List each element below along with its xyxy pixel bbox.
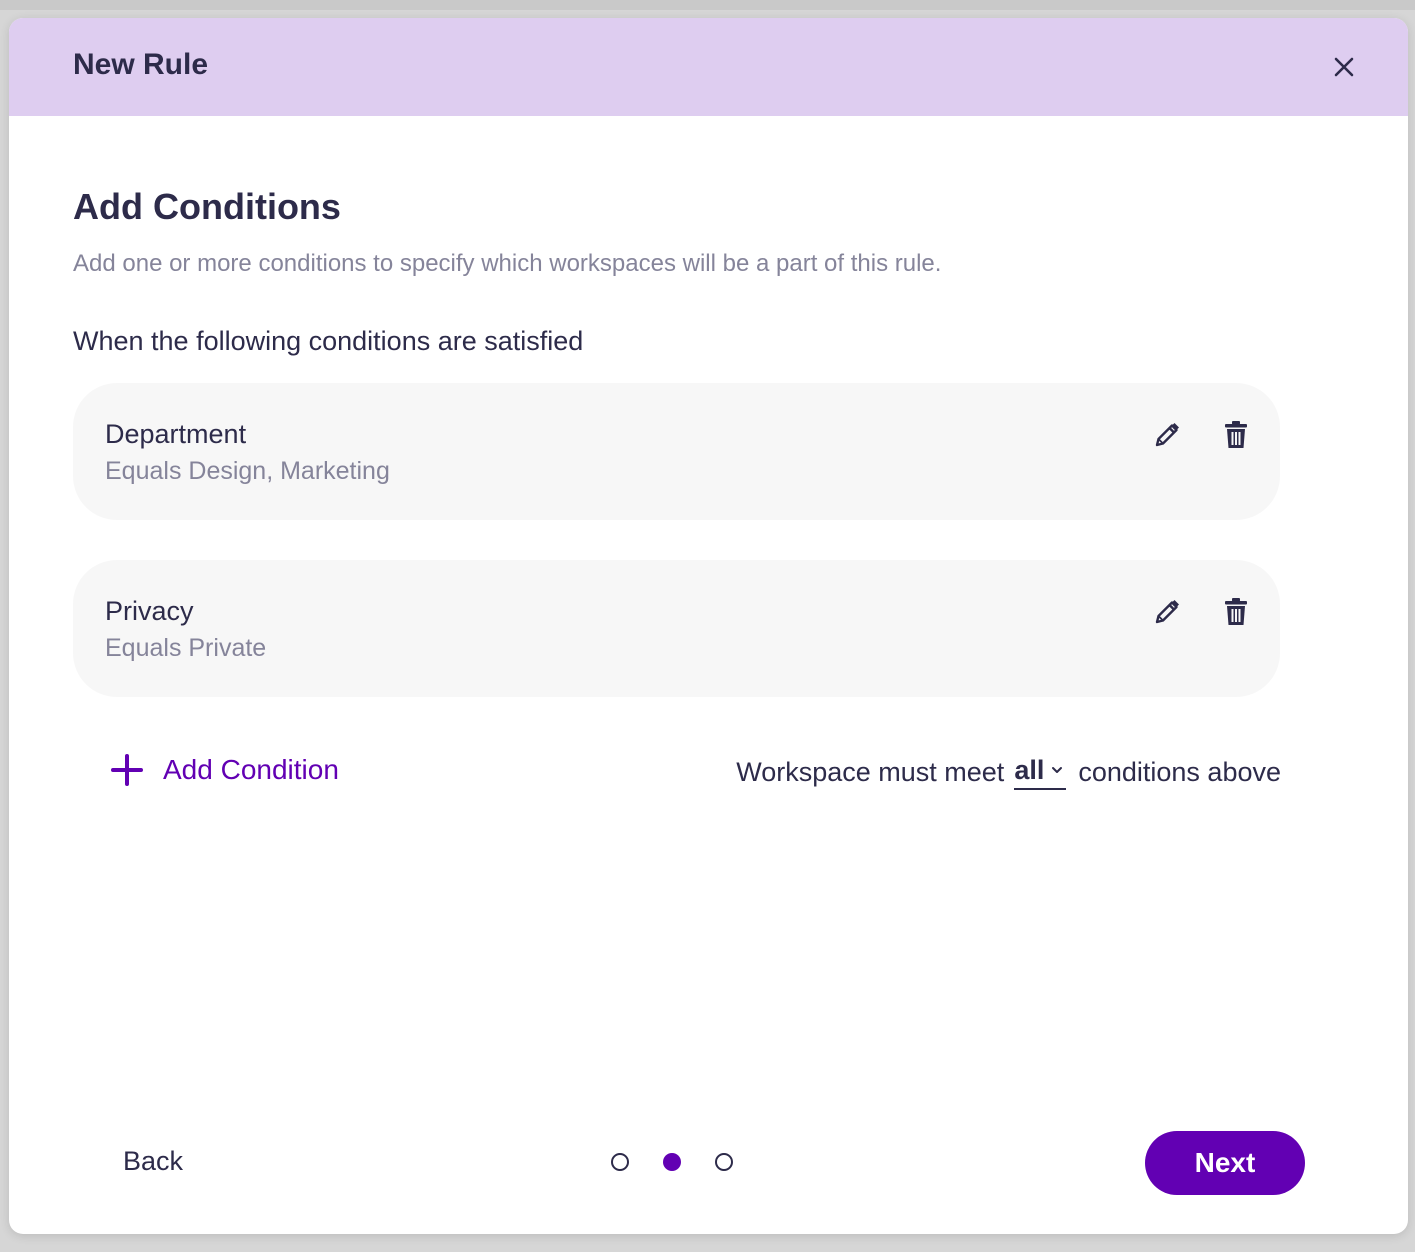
next-button[interactable]: Next (1145, 1131, 1305, 1195)
trash-icon (1225, 598, 1247, 625)
modal-title: New Rule (73, 48, 209, 81)
add-condition-label: Add Condition (163, 754, 339, 785)
edit-condition-button[interactable] (1149, 594, 1185, 630)
pencil-icon (1155, 423, 1179, 447)
conditions-label: When the following conditions are satisf… (73, 326, 584, 356)
trash-icon (1225, 421, 1247, 448)
condition-description: Equals Private (105, 634, 267, 662)
match-mode-row: Workspace must meet all conditions above (721, 752, 1281, 792)
step-indicator (609, 1152, 749, 1176)
backdrop-top-strip (0, 0, 1415, 10)
modal-header: New Rule (9, 18, 1408, 116)
condition-name: Department (105, 419, 247, 449)
section-title: Add Conditions (73, 186, 341, 227)
condition-description: Equals Design, Marketing (105, 457, 390, 485)
step-dot-3 (715, 1153, 733, 1171)
condition-name: Privacy (105, 596, 194, 626)
condition-card: Department Equals Design, Marketing (73, 383, 1280, 520)
close-button[interactable] (1325, 48, 1363, 86)
chevron-down-icon (1052, 767, 1063, 773)
step-dot-2-current (663, 1153, 681, 1171)
pencil-icon (1155, 600, 1179, 624)
back-button[interactable]: Back (123, 1146, 183, 1177)
delete-condition-button[interactable] (1218, 594, 1254, 630)
match-suffix-text: conditions above (1078, 756, 1281, 787)
new-rule-modal: New Rule Add Conditions Add one or more … (9, 18, 1408, 1234)
add-condition-button[interactable]: Add Condition (109, 750, 339, 790)
plus-icon (111, 754, 143, 786)
match-mode-value: all (1014, 754, 1045, 785)
condition-card: Privacy Equals Private (73, 560, 1280, 697)
match-mode-select[interactable]: all (1014, 754, 1067, 790)
step-dot-1 (611, 1153, 629, 1171)
close-icon (1334, 57, 1354, 77)
section-subtitle: Add one or more conditions to specify wh… (73, 250, 942, 277)
match-prefix-text: Workspace must meet (736, 756, 1005, 787)
delete-condition-button[interactable] (1218, 417, 1254, 453)
edit-condition-button[interactable] (1149, 417, 1185, 453)
